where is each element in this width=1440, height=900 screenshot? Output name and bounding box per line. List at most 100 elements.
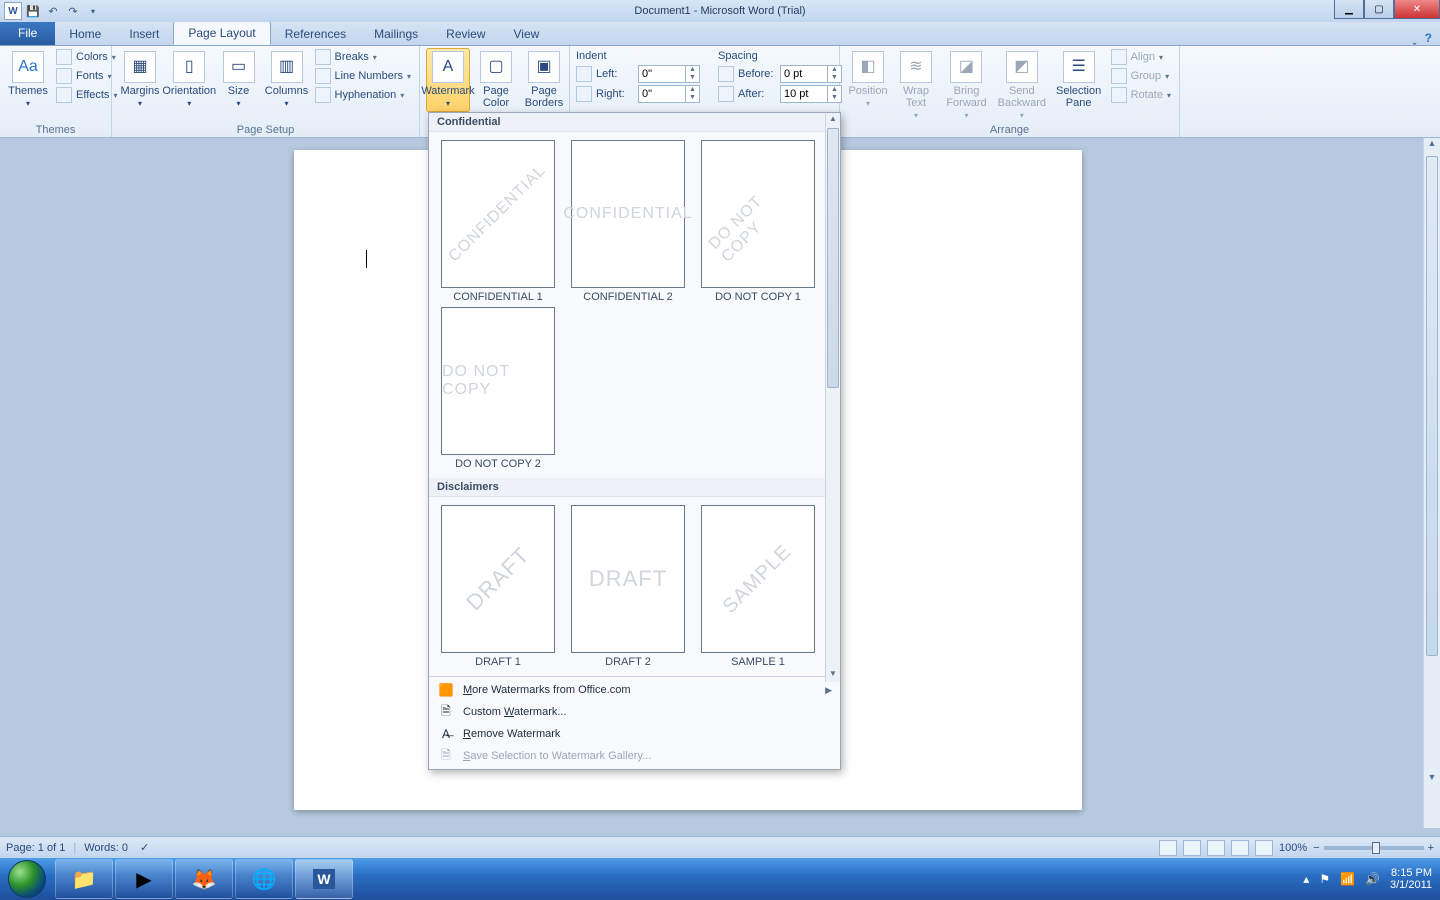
zoom-level[interactable]: 100% <box>1279 842 1307 854</box>
tab-mailings[interactable]: Mailings <box>360 23 432 45</box>
qat-save-icon[interactable]: 💾 <box>24 2 42 20</box>
taskbar-word[interactable]: W <box>295 859 353 899</box>
position-button[interactable]: ◧Position <box>846 48 890 109</box>
size-button[interactable]: ▭Size <box>217 48 261 109</box>
zoom-out-button[interactable]: − <box>1313 842 1319 854</box>
hyphenation-button[interactable]: Hyphenation <box>313 86 414 104</box>
gallery-scroll-up-icon[interactable]: ▲ <box>826 114 840 127</box>
spacing-after-input[interactable]: ▲▼ <box>780 85 842 103</box>
watermark-do-not-copy-1[interactable]: DO NOT COPY DO NOT COPY 1 <box>693 138 823 305</box>
taskbar-explorer[interactable]: 📁 <box>55 859 113 899</box>
selection-pane-button[interactable]: ☰Selection Pane <box>1053 48 1105 109</box>
status-page[interactable]: Page: 1 of 1 <box>6 842 65 854</box>
tray-clock[interactable]: 8:15 PM 3/1/2011 <box>1390 867 1432 891</box>
window-minimize-button[interactable]: ▁ <box>1334 0 1364 19</box>
view-full-screen-button[interactable] <box>1183 840 1201 856</box>
watermark-button[interactable]: AWatermark <box>426 48 470 112</box>
tab-page-layout[interactable]: Page Layout <box>173 21 270 45</box>
watermark-draft-2[interactable]: DRAFT DRAFT 2 <box>563 503 693 670</box>
gallery-section-disclaimers: Disclaimers <box>429 478 840 497</box>
qat-undo-icon[interactable]: ↶ <box>44 2 62 20</box>
view-web-layout-button[interactable] <box>1207 840 1225 856</box>
columns-icon: ▥ <box>271 51 303 83</box>
page-color-button[interactable]: ▢Page Color <box>474 48 518 121</box>
page-borders-button[interactable]: ▣Page Borders <box>522 48 566 109</box>
file-tab[interactable]: File <box>0 21 55 45</box>
tray-network-icon[interactable]: 📶 <box>1340 872 1355 886</box>
tray-show-hidden-icon[interactable]: ▴ <box>1303 872 1309 886</box>
qat-redo-icon[interactable]: ↷ <box>64 2 82 20</box>
themes-button[interactable]: Aa Themes <box>6 48 50 109</box>
scroll-up-icon[interactable]: ▲ <box>1424 138 1440 154</box>
view-outline-button[interactable] <box>1231 840 1249 856</box>
indent-right-input[interactable]: ▲▼ <box>638 85 700 103</box>
columns-button[interactable]: ▥Columns <box>265 48 309 109</box>
start-button[interactable] <box>0 858 54 900</box>
align-icon <box>1111 49 1127 65</box>
vertical-scrollbar[interactable]: ▲ ▼ <box>1423 138 1440 828</box>
watermark-draft-1[interactable]: DRAFT DRAFT 1 <box>433 503 563 670</box>
tab-review[interactable]: Review <box>432 23 499 45</box>
tray-flag-icon[interactable]: ⚑ <box>1319 872 1330 886</box>
watermark-icon: A <box>432 51 464 83</box>
breaks-button[interactable]: Breaks <box>313 48 414 66</box>
help-icon[interactable]: ? <box>1425 31 1432 45</box>
group-button[interactable]: Group <box>1109 67 1173 85</box>
tab-view[interactable]: View <box>500 23 554 45</box>
indent-left-input[interactable]: ▲▼ <box>638 65 700 83</box>
watermark-confidential-2[interactable]: CONFIDENTIAL CONFIDENTIAL 2 <box>563 138 693 305</box>
more-watermarks-menuitem[interactable]: 🟧 More Watermarks from Office.com ▶ <box>429 679 840 701</box>
line-numbers-button[interactable]: Line Numbers <box>313 67 414 85</box>
tab-references[interactable]: References <box>271 23 360 45</box>
custom-watermark-menuitem[interactable]: 🗎 Custom Watermark... <box>429 701 840 723</box>
wrap-text-icon: ≋ <box>900 51 932 83</box>
watermark-confidential-1[interactable]: CONFIDENTIAL CONFIDENTIAL 1 <box>433 138 563 305</box>
qat-customize-icon[interactable] <box>84 2 102 20</box>
theme-colors-button[interactable]: Colors <box>54 48 119 66</box>
word-app-icon[interactable]: W <box>4 2 22 20</box>
zoom-slider[interactable] <box>1324 846 1424 850</box>
indent-right-label: Right: <box>596 88 634 100</box>
orientation-button[interactable]: ▯Orientation <box>166 48 213 109</box>
windows-taskbar: 📁 ▶ 🦊 🌐 W ▴ ⚑ 📶 🔊 8:15 PM 3/1/2011 <box>0 858 1440 900</box>
tab-insert[interactable]: Insert <box>115 23 173 45</box>
theme-effects-button[interactable]: Effects <box>54 86 119 104</box>
view-print-layout-button[interactable] <box>1159 840 1177 856</box>
status-words[interactable]: Words: 0 <box>84 842 128 854</box>
margins-button[interactable]: ▦Margins <box>118 48 162 109</box>
line-numbers-icon <box>315 68 331 84</box>
tab-home[interactable]: Home <box>55 23 115 45</box>
zoom-in-button[interactable]: + <box>1428 842 1434 854</box>
taskbar-firefox[interactable]: 🦊 <box>175 859 233 899</box>
scroll-down-icon[interactable]: ▼ <box>1424 772 1440 788</box>
spacing-before-input[interactable]: ▲▼ <box>780 65 842 83</box>
status-proofing-icon[interactable]: ✓ <box>140 841 149 854</box>
zoom-slider-knob[interactable] <box>1372 842 1380 854</box>
theme-fonts-button[interactable]: Fonts <box>54 67 119 85</box>
gallery-scroll-down-icon[interactable]: ▼ <box>826 669 840 682</box>
watermark-sample-1[interactable]: SAMPLE SAMPLE 1 <box>693 503 823 670</box>
minimize-ribbon-icon[interactable]: ˬ <box>1413 31 1417 45</box>
indent-header: Indent <box>576 50 700 62</box>
group-icon <box>1111 68 1127 84</box>
tray-volume-icon[interactable]: 🔊 <box>1365 872 1380 886</box>
indent-left-label: Left: <box>596 68 634 80</box>
window-maximize-button[interactable]: ▢ <box>1364 0 1394 19</box>
gallery-scrollbar[interactable]: ▲ ▼ <box>825 114 840 682</box>
bring-forward-button[interactable]: ◪Bring Forward <box>942 48 991 121</box>
align-button[interactable]: Align <box>1109 48 1173 66</box>
taskbar-chrome[interactable]: 🌐 <box>235 859 293 899</box>
send-backward-button[interactable]: ◩Send Backward <box>995 48 1049 121</box>
size-icon: ▭ <box>223 51 255 83</box>
scroll-thumb[interactable] <box>1426 156 1438 656</box>
gallery-scroll-thumb[interactable] <box>827 128 839 388</box>
spacing-after-icon <box>718 86 734 102</box>
windows-logo-icon <box>8 860 46 898</box>
watermark-do-not-copy-2[interactable]: DO NOT COPY DO NOT COPY 2 <box>433 305 563 472</box>
rotate-button[interactable]: Rotate <box>1109 86 1173 104</box>
taskbar-media-player[interactable]: ▶ <box>115 859 173 899</box>
view-draft-button[interactable] <box>1255 840 1273 856</box>
window-close-button[interactable]: ✕ <box>1394 0 1440 19</box>
remove-watermark-menuitem[interactable]: A̶ Remove Watermark <box>429 723 840 745</box>
wrap-text-button[interactable]: ≋Wrap Text <box>894 48 938 121</box>
